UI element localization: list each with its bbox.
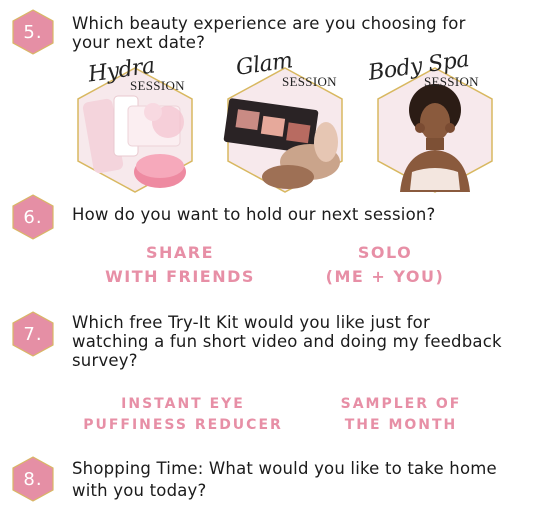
session-label: SESSION (130, 78, 185, 93)
question-8-text: Shopping Time: What would you like to ta… (72, 458, 497, 502)
question-number: 7. (23, 323, 43, 345)
hydra-session-option[interactable]: Hydra SESSION (68, 53, 203, 197)
option-line: SOLO (357, 243, 413, 262)
option-line: SAMPLER OF (340, 396, 462, 412)
option-line: WITH FRIENDS (105, 267, 255, 286)
question-line: Which free Try-It Kit would you like jus… (72, 313, 430, 332)
question-line: How do you want to hold our next session… (72, 205, 436, 224)
option-line: THE MONTH (344, 417, 458, 433)
question-5-text: Which beauty experience are you choosing… (72, 14, 466, 52)
question-5-badge: 5. (10, 9, 56, 55)
question-number: 6. (23, 206, 43, 228)
question-line: Shopping Time: What would you like to ta… (72, 459, 497, 478)
question-number: 8. (23, 468, 43, 490)
question-line: survey? (72, 351, 138, 370)
glam-session-option[interactable]: Glam SESSION (218, 48, 353, 197)
question-7-text: Which free Try-It Kit would you like jus… (72, 313, 502, 370)
session-label: SESSION (424, 74, 479, 89)
question-line: Which beauty experience are you choosing… (72, 14, 466, 33)
option-line: (ME + YOU) (325, 267, 445, 286)
option-share-with-friends[interactable]: SHARE WITH FRIENDS (98, 241, 262, 289)
question-line: your next date? (72, 33, 206, 52)
option-line: SHARE (145, 243, 215, 262)
question-8-badge: 8. (10, 456, 56, 502)
question-line: with you today? (72, 481, 207, 500)
question-7-badge: 7. (10, 311, 56, 357)
question-number: 5. (23, 21, 43, 43)
option-solo[interactable]: SOLO (ME + YOU) (310, 241, 460, 289)
option-sampler-of-the-month[interactable]: SAMPLER OF THE MONTH (322, 394, 480, 436)
question-6-badge: 6. (10, 194, 56, 240)
body-spa-session-option[interactable]: Body Spa SESSION (367, 47, 503, 197)
option-instant-eye-puffiness-reducer[interactable]: INSTANT EYE PUFFINESS REDUCER (72, 394, 294, 436)
question-6-text: How do you want to hold our next session… (72, 205, 435, 224)
question-line: watching a fun short video and doing my … (72, 332, 502, 351)
option-line: PUFFINESS REDUCER (83, 417, 283, 433)
session-label: SESSION (282, 74, 337, 89)
option-line: INSTANT EYE (121, 396, 245, 412)
